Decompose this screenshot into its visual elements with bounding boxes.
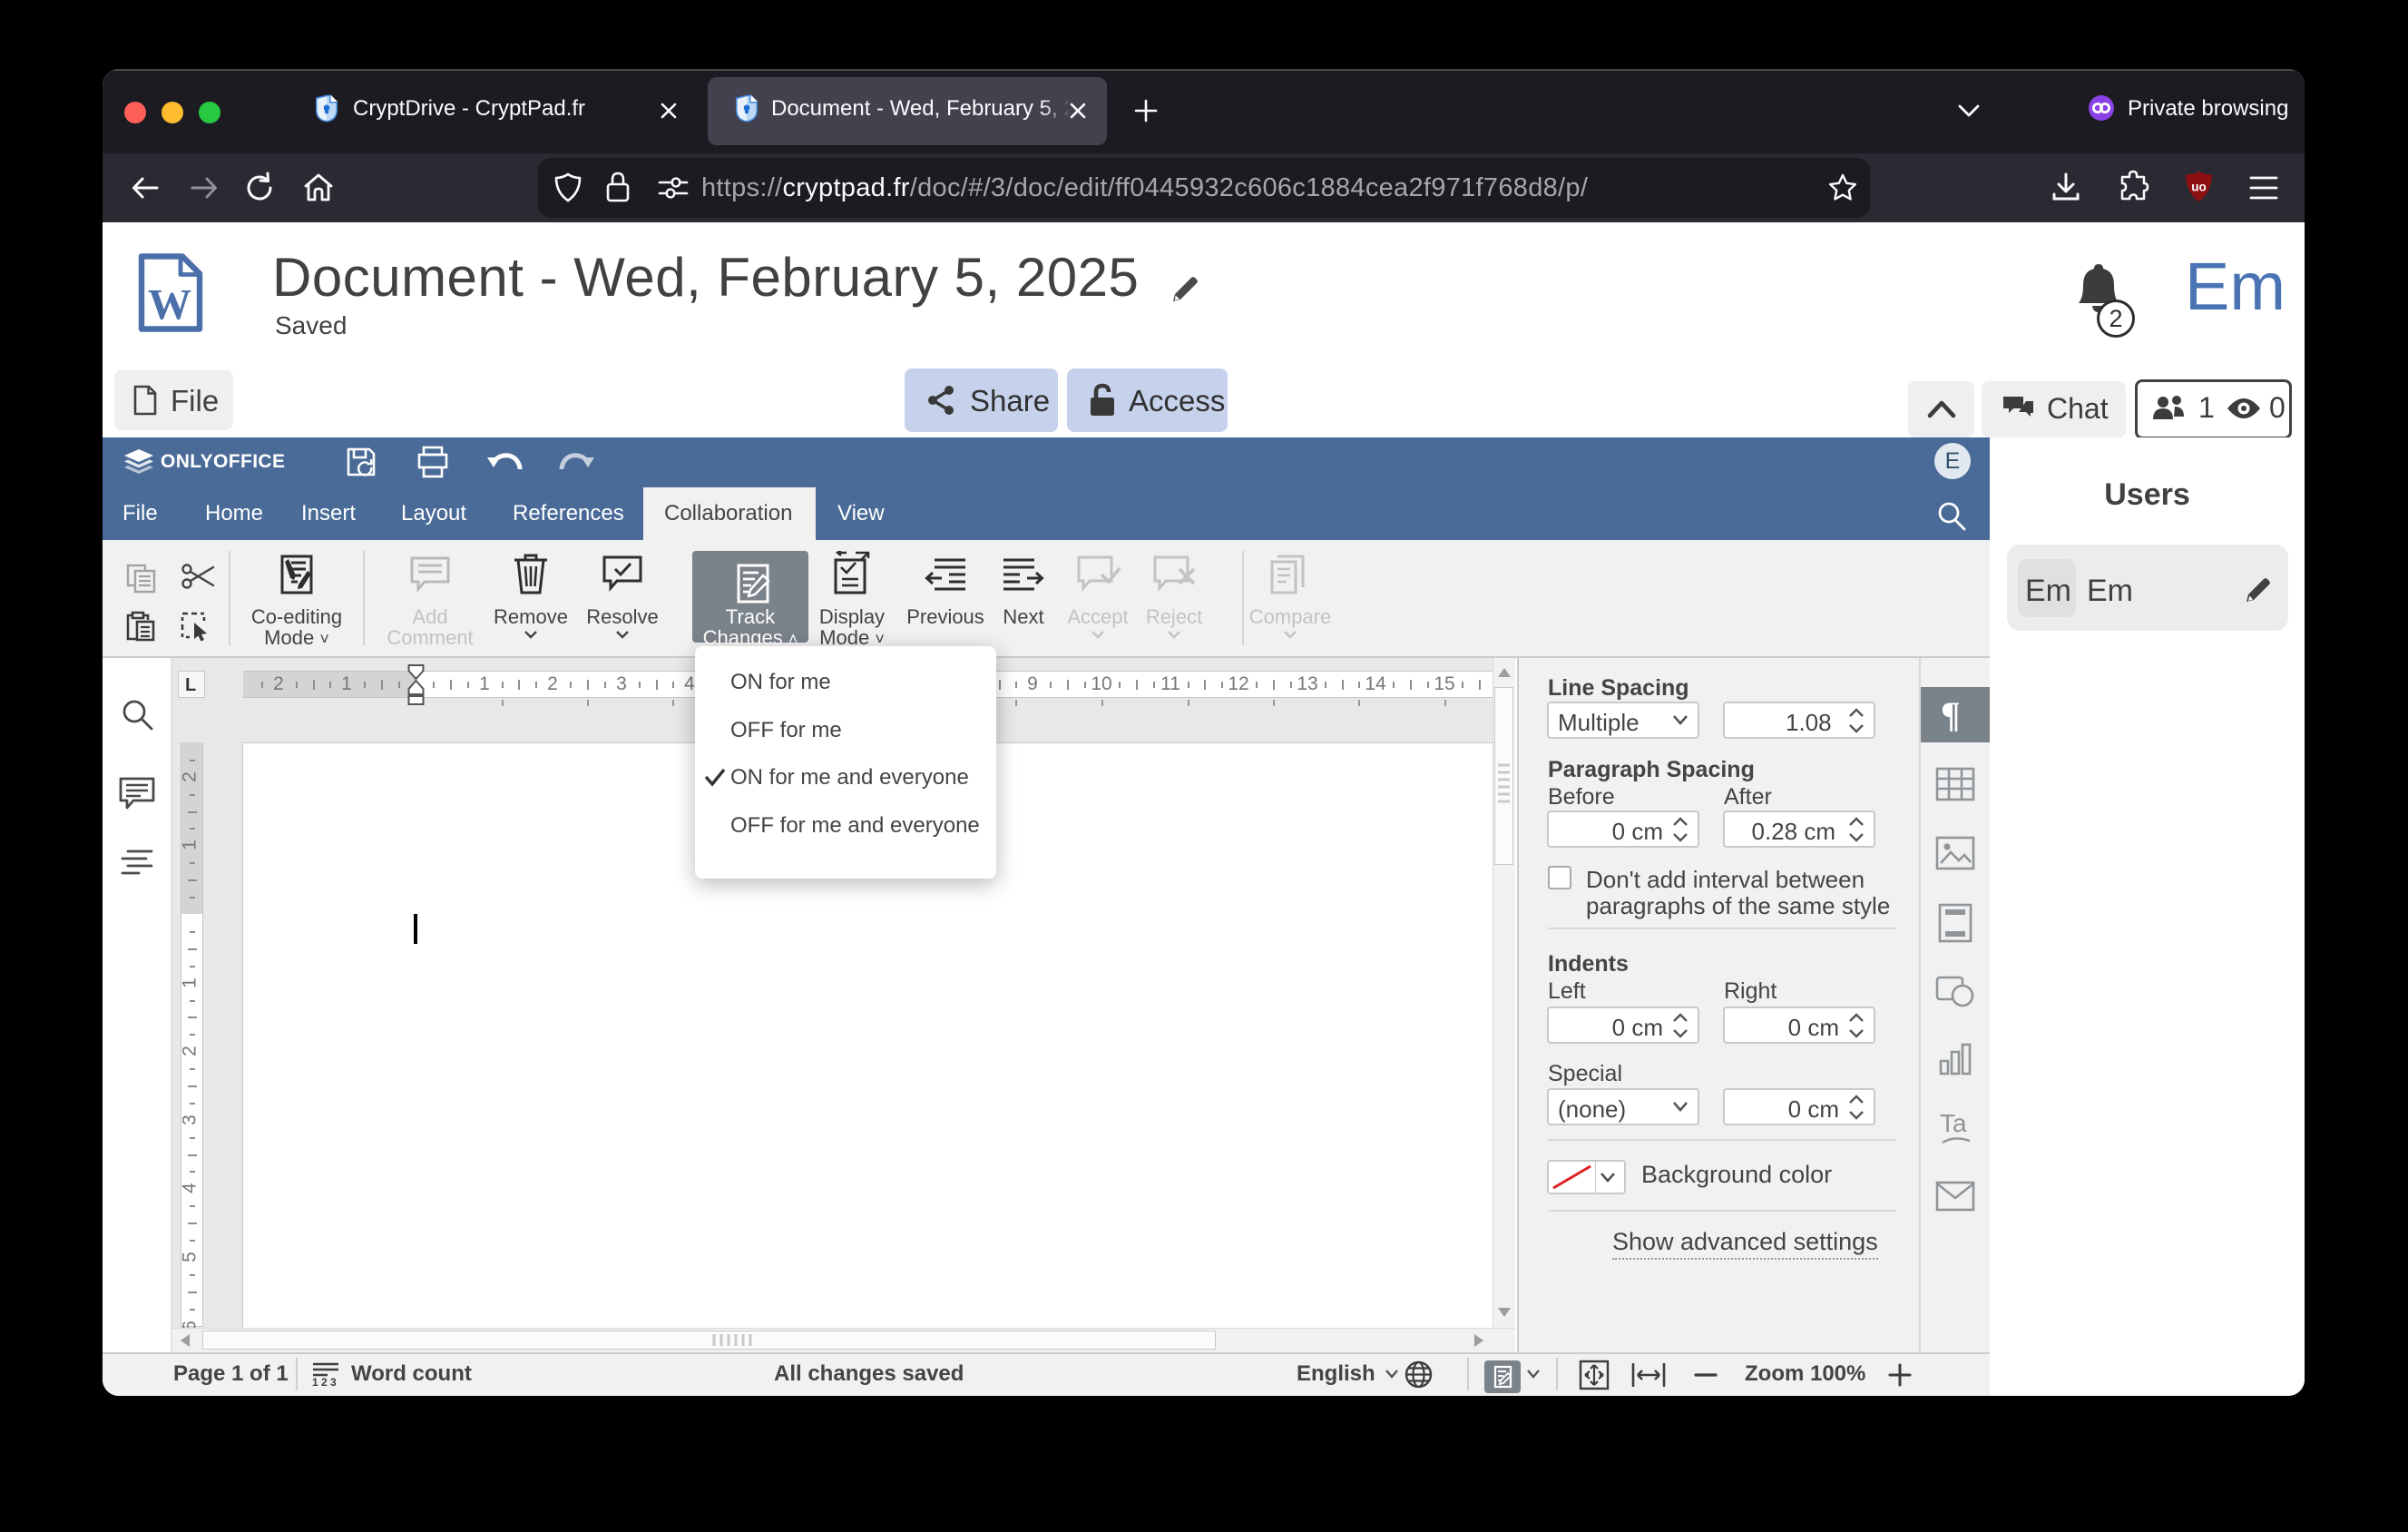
svg-text:W: W	[148, 281, 191, 329]
svg-text:1 2 3: 1 2 3	[312, 1376, 337, 1387]
svg-text:uo: uo	[2191, 181, 2207, 194]
svg-text:Ta: Ta	[1940, 1109, 1967, 1137]
